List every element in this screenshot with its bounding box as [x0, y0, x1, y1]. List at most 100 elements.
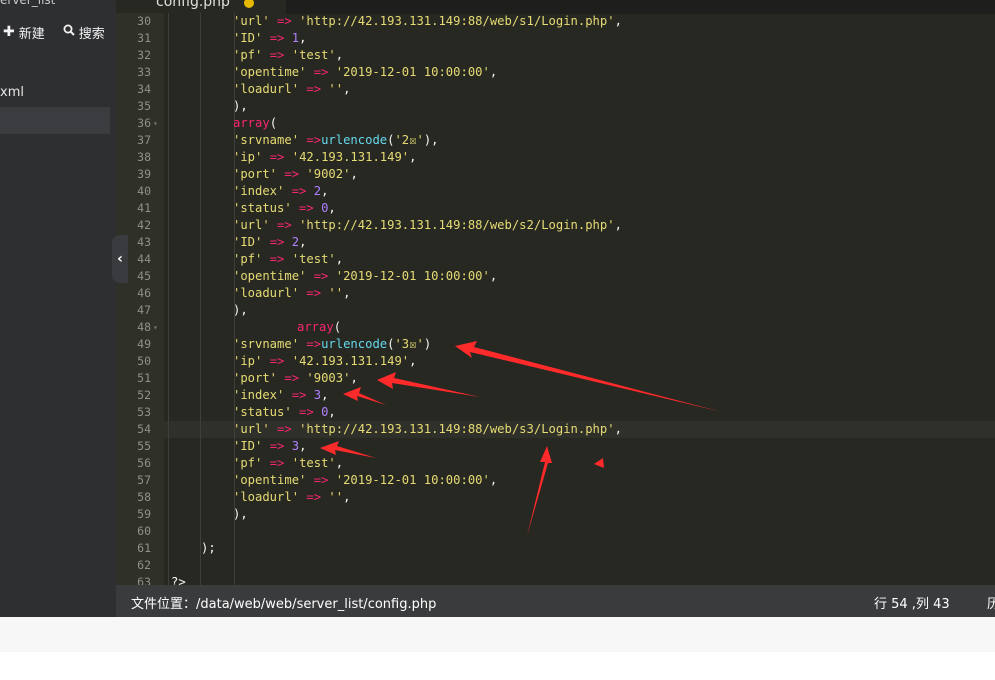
code-line[interactable]: 50 'ip' => '42.193.131.149',	[116, 353, 995, 370]
line-number: 38	[116, 149, 164, 166]
indent-guide	[168, 47, 169, 64]
line-number: 55	[116, 438, 164, 455]
indent-guide	[200, 149, 201, 166]
code-text: 'url' => 'http://42.193.131.149:88/web/s…	[233, 14, 622, 28]
code-line[interactable]: 61);	[116, 540, 995, 557]
indent-guide	[200, 506, 201, 523]
indent-guide	[168, 132, 169, 149]
code-line[interactable]: 60	[116, 523, 995, 540]
line-number: 56	[116, 455, 164, 472]
code-line[interactable]: 41 'status' => 0,	[116, 200, 995, 217]
code-line[interactable]: 47),	[116, 302, 995, 319]
indent-guide	[168, 285, 169, 302]
line-number: 32	[116, 47, 164, 64]
code-line[interactable]: 34 'loadurl' => '',	[116, 81, 995, 98]
code-line[interactable]: 59),	[116, 506, 995, 523]
code-line[interactable]: 58 'loadurl' => '',	[116, 489, 995, 506]
new-file-button[interactable]: ✚ 新建	[3, 23, 45, 42]
code-text: array(	[233, 116, 278, 130]
indent-guide	[168, 370, 169, 387]
sidebar-toolbar: ✚ 新建 搜索	[0, 20, 116, 44]
code-line[interactable]: 53 'status' => 0,	[116, 404, 995, 421]
code-lines[interactable]: 30 'url' => 'http://42.193.131.149:88/web…	[116, 13, 995, 585]
file-list-item[interactable]: xml	[0, 85, 24, 100]
fold-arrow-icon[interactable]: ▾	[153, 115, 158, 132]
code-line[interactable]: 56 'pf' => 'test',	[116, 455, 995, 472]
file-path: 文件位置：/data/web/web/server_list/config.ph…	[131, 597, 437, 612]
code-text: 'index' => 3,	[233, 388, 329, 402]
code-line[interactable]: 62	[116, 557, 995, 574]
code-text: 'ID' => 2,	[233, 235, 307, 249]
code-line[interactable]: 49 'srvname' =>urlencode('3☒')	[116, 336, 995, 353]
code-line[interactable]: 45'opentime' => '2019-12-01 10:00:00',	[116, 268, 995, 285]
indent-guide	[168, 421, 169, 438]
code-line[interactable]: 35),	[116, 98, 995, 115]
code-text: ),	[233, 303, 248, 317]
code-text: 'url' => 'http://42.193.131.149:88/web/s…	[233, 218, 622, 232]
indent-guide	[200, 319, 201, 336]
tab-bar: config.php	[116, 0, 995, 14]
code-line[interactable]: 55 'ID' => 3,	[116, 438, 995, 455]
line-number: 50	[116, 353, 164, 370]
file-list-item-selected[interactable]	[0, 107, 110, 134]
line-number: 46	[116, 285, 164, 302]
collapse-sidebar-button[interactable]: ‹	[112, 235, 128, 283]
code-line[interactable]: 37 'srvname' =>urlencode('2☒'),	[116, 132, 995, 149]
indent-guide	[168, 98, 169, 115]
line-number: 59	[116, 506, 164, 523]
indent-guide	[168, 234, 169, 251]
indent-guide	[168, 489, 169, 506]
code-line[interactable]: 38 'ip' => '42.193.131.149',	[116, 149, 995, 166]
indent-guide	[200, 200, 201, 217]
code-line[interactable]: 36 ▾ array(	[116, 115, 995, 132]
line-number: 60	[116, 523, 164, 540]
code-line[interactable]: 40 'index' => 2,	[116, 183, 995, 200]
line-number: 40	[116, 183, 164, 200]
code-line[interactable]: 42 'url' => 'http://42.193.131.149:88/web…	[116, 217, 995, 234]
indent-guide	[200, 64, 201, 81]
code-line[interactable]: 57 'opentime' => '2019-12-01 10:00:00',	[116, 472, 995, 489]
indent-guide	[168, 455, 169, 472]
history-label[interactable]: 历	[987, 593, 995, 612]
indent-guide	[234, 557, 235, 574]
line-number: 53	[116, 404, 164, 421]
indent-guide	[200, 387, 201, 404]
indent-guide	[168, 200, 169, 217]
code-line[interactable]: 30 'url' => 'http://42.193.131.149:88/web…	[116, 13, 995, 30]
indent-guide	[168, 81, 169, 98]
code-line[interactable]: 46 'loadurl' => '',	[116, 285, 995, 302]
code-text: 'ip' => '42.193.131.149',	[233, 354, 417, 368]
code-line[interactable]: 63 ?>	[116, 574, 995, 585]
code-line[interactable]: 48 ▾ array(	[116, 319, 995, 336]
code-line[interactable]: 39 'port' => '9002',	[116, 166, 995, 183]
code-line[interactable]: 54 'url' => 'http://42.193.131.149:88/web…	[116, 421, 995, 438]
code-text: 'pf' => 'test',	[233, 252, 344, 266]
code-line[interactable]: 31 'ID' => 1,	[116, 30, 995, 47]
indent-guide	[200, 98, 201, 115]
indent-guide	[168, 13, 169, 30]
indent-guide	[168, 302, 169, 319]
indent-guide	[200, 353, 201, 370]
indent-guide	[200, 489, 201, 506]
line-number: 63	[116, 574, 164, 585]
line-number: 58	[116, 489, 164, 506]
code-line[interactable]: 44'pf' => 'test',	[116, 251, 995, 268]
fold-arrow-icon[interactable]: ▾	[153, 319, 158, 336]
tab-config-php[interactable]: config.php	[116, 0, 286, 14]
page-footer	[0, 652, 995, 680]
line-number: 37	[116, 132, 164, 149]
search-button[interactable]: 搜索	[63, 23, 105, 42]
code-text: 'ID' => 3,	[233, 439, 307, 453]
code-line[interactable]: 52 'index' => 3,	[116, 387, 995, 404]
code-text: 'port' => '9002',	[233, 167, 358, 181]
indent-guide	[200, 370, 201, 387]
code-line[interactable]: 32 'pf' => 'test',	[116, 47, 995, 64]
code-line[interactable]: 33 'opentime' => '2019-12-01 10:00:00',	[116, 64, 995, 81]
code-text: ),	[233, 507, 248, 521]
code-editor[interactable]: config.php 30 'url' => 'http://42.193.131…	[116, 0, 995, 585]
indent-guide	[200, 285, 201, 302]
line-number: 39	[116, 166, 164, 183]
code-line[interactable]: 43 'ID' => 2,	[116, 234, 995, 251]
indent-guide	[200, 183, 201, 200]
code-line[interactable]: 51 'port' => '9003',	[116, 370, 995, 387]
